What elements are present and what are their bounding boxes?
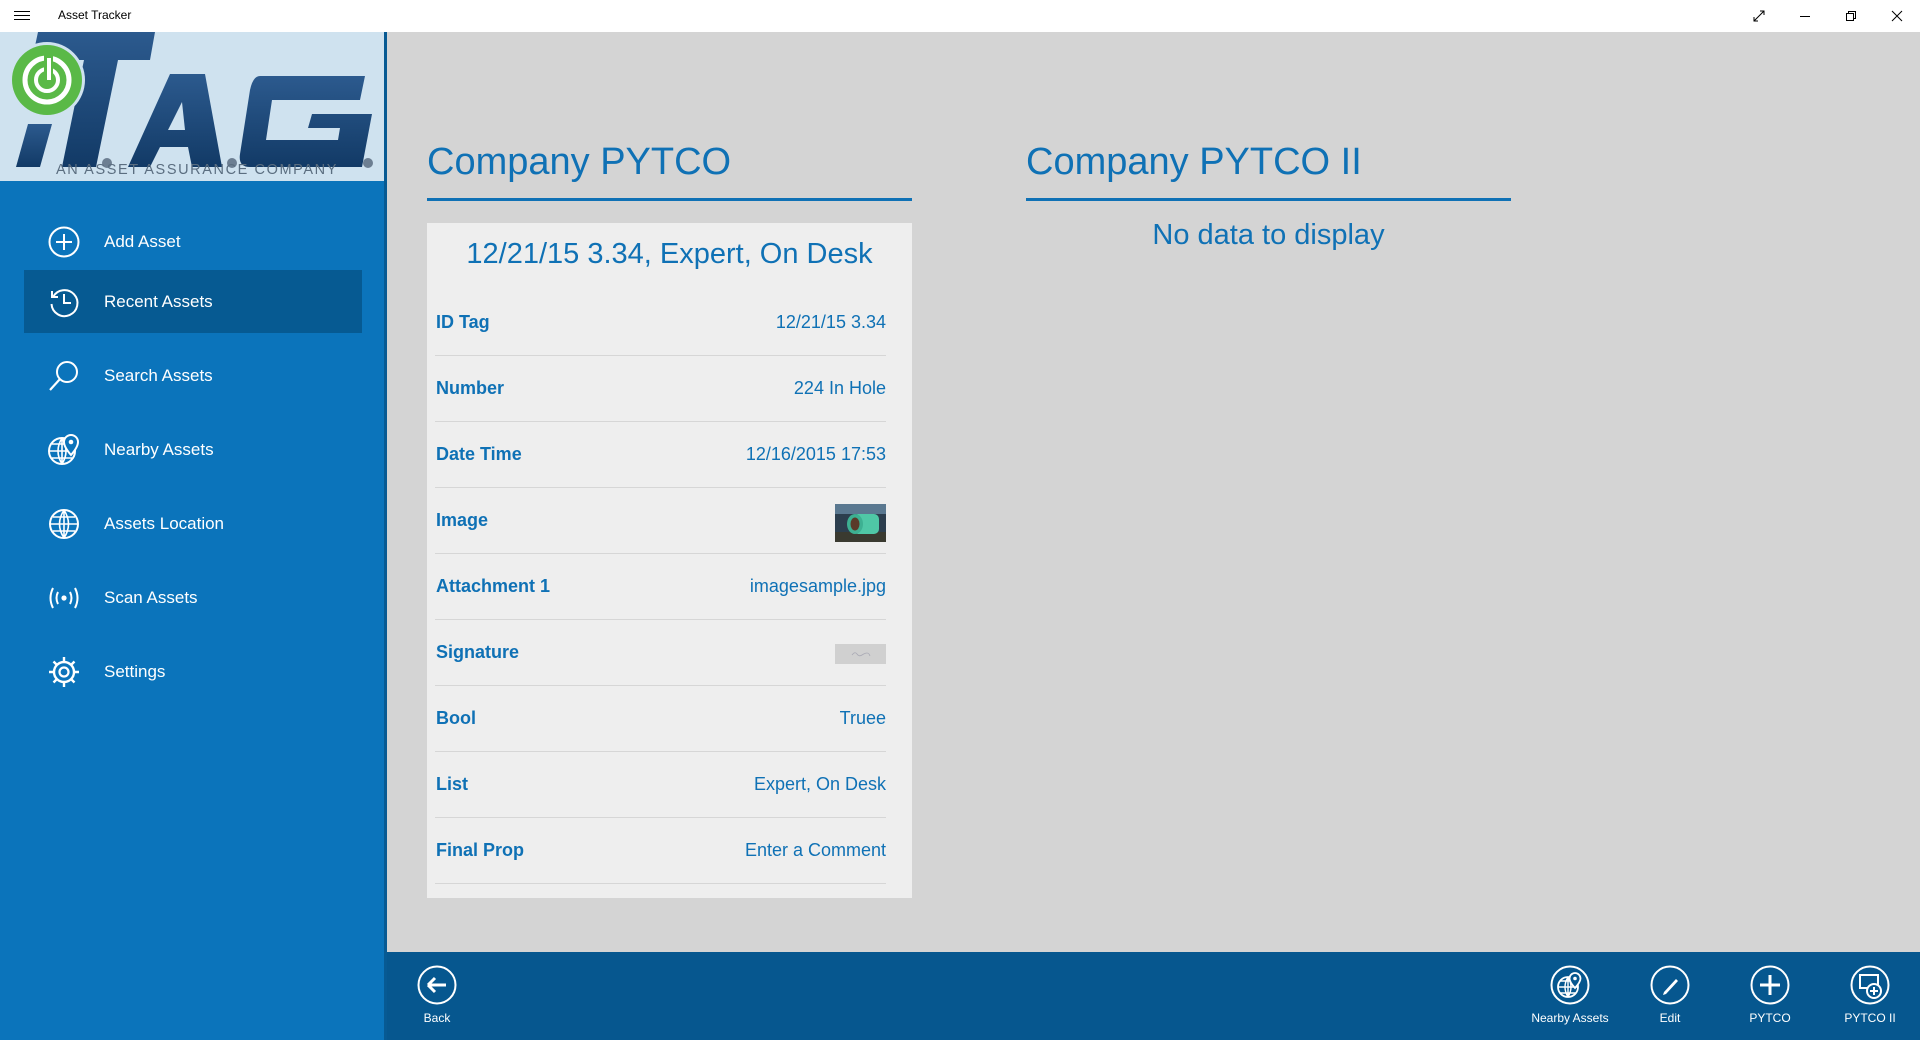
property-value: 12/16/2015 17:53 xyxy=(745,444,886,464)
property-row-date-time: Date Time 12/16/2015 17:53 xyxy=(435,422,886,488)
sidebar-item-search-assets[interactable]: Search Assets xyxy=(24,344,362,407)
main-content: Company PYTCO 12/21/15 3.34, Expert, On … xyxy=(387,32,1920,952)
column-underline xyxy=(427,198,912,201)
property-label: Bool xyxy=(436,708,476,728)
sidebar-item-assets-location[interactable]: Assets Location xyxy=(24,492,362,555)
broadcast-icon xyxy=(47,581,81,615)
logo-tagline: AN ASSET ASSURANCE COMPANY xyxy=(56,162,338,178)
bottom-app-bar: Back Nearby Assets Edit PYTCO PYTCO II xyxy=(387,952,1920,1040)
sidebar-item-label: Nearby Assets xyxy=(104,439,214,459)
sidebar-item-label: Assets Location xyxy=(104,513,225,533)
back-button-label: Back xyxy=(423,1011,451,1025)
sidebar-item-nearby-assets[interactable]: Nearby Assets xyxy=(24,418,362,481)
add-pytco-button-label: PYTCO xyxy=(1749,1011,1791,1025)
add-pytco-ii-button-label: PYTCO II xyxy=(1844,1011,1896,1025)
sidebar: AN ASSET ASSURANCE COMPANY Add Asset Rec… xyxy=(0,32,384,1040)
column-underline xyxy=(1026,198,1511,201)
asset-image-thumbnail[interactable] xyxy=(835,504,886,542)
restore-icon[interactable] xyxy=(1828,0,1874,32)
expand-icon[interactable] xyxy=(1736,0,1782,32)
property-label: ID Tag xyxy=(436,312,490,332)
edit-button[interactable]: Edit xyxy=(1620,965,1720,1025)
property-value: 12/21/15 3.34 xyxy=(775,312,886,332)
minimize-icon[interactable] xyxy=(1782,0,1828,32)
column-title: Company PYTCO xyxy=(427,141,732,183)
property-label: Signature xyxy=(436,642,520,662)
title-bar: Asset Tracker xyxy=(0,0,1920,32)
empty-state-message: No data to display xyxy=(1152,219,1385,251)
property-row-bool: Bool Truee xyxy=(435,686,886,752)
add-circle-icon xyxy=(47,225,81,259)
property-value: 224 In Hole xyxy=(793,378,886,398)
edit-button-label: Edit xyxy=(1659,1011,1681,1025)
sidebar-item-recent-assets[interactable]: Recent Assets xyxy=(24,270,362,333)
hamburger-menu-icon[interactable] xyxy=(14,8,30,24)
property-label: Attachment 1 xyxy=(436,576,551,596)
gear-icon xyxy=(47,655,81,689)
property-label: Final Prop xyxy=(436,840,525,860)
property-row-number: Number 224 In Hole xyxy=(435,356,886,422)
close-icon[interactable] xyxy=(1874,0,1920,32)
attachment-link[interactable]: imagesample.jpg xyxy=(750,576,886,597)
property-row-attachment: Attachment 1 imagesample.jpg xyxy=(435,554,886,620)
globe-pin-icon xyxy=(47,433,81,467)
column-title: Company PYTCO II xyxy=(1026,141,1362,183)
sidebar-item-label: Recent Assets xyxy=(104,291,213,311)
add-window-icon xyxy=(1850,965,1890,1005)
property-label: Date Time xyxy=(436,444,522,464)
globe-pin-icon xyxy=(1550,965,1590,1005)
pencil-icon xyxy=(1650,965,1690,1005)
app-title: Asset Tracker xyxy=(58,8,132,22)
sidebar-item-add-asset[interactable]: Add Asset xyxy=(24,210,362,273)
property-row-id-tag: ID Tag 12/21/15 3.34 xyxy=(435,290,886,356)
sidebar-item-label: Settings xyxy=(104,661,166,681)
property-row-list: List Expert, On Desk xyxy=(435,752,886,818)
add-pytco-ii-button[interactable]: PYTCO II xyxy=(1820,965,1920,1025)
nearby-assets-button[interactable]: Nearby Assets xyxy=(1520,965,1620,1025)
sidebar-item-label: Scan Assets xyxy=(104,587,198,607)
add-circle-icon xyxy=(1750,965,1790,1005)
property-label: Image xyxy=(436,510,489,530)
property-value: Truee xyxy=(839,708,886,728)
sidebar-item-scan-assets[interactable]: Scan Assets xyxy=(24,566,362,629)
company-logo: AN ASSET ASSURANCE COMPANY xyxy=(0,32,384,181)
company-column-pytco-ii: Company PYTCO II No data to display xyxy=(1026,137,1511,252)
property-value: Expert, On Desk xyxy=(753,774,886,794)
property-row-final-prop: Final Prop Enter a Comment xyxy=(435,818,886,884)
sidebar-item-label: Add Asset xyxy=(104,231,181,251)
nearby-assets-button-label: Nearby Assets xyxy=(1531,1011,1609,1025)
globe-icon xyxy=(47,507,81,541)
sidebar-item-label: Search Assets xyxy=(104,365,213,385)
property-row-image: Image xyxy=(435,488,886,554)
property-value: Enter a Comment xyxy=(744,840,886,860)
add-pytco-button[interactable]: PYTCO xyxy=(1720,965,1820,1025)
property-label: Number xyxy=(436,378,505,398)
back-arrow-icon xyxy=(417,965,457,1005)
signature-thumbnail[interactable] xyxy=(835,644,886,664)
back-button[interactable]: Back xyxy=(387,965,487,1025)
property-row-signature: Signature xyxy=(435,620,886,686)
asset-card-title: 12/21/15 3.34, Expert, On Desk xyxy=(466,238,873,270)
property-label: List xyxy=(436,774,469,794)
history-icon xyxy=(47,285,81,319)
search-icon xyxy=(47,359,81,393)
sidebar-item-settings[interactable]: Settings xyxy=(24,640,362,703)
asset-card[interactable]: 12/21/15 3.34, Expert, On Desk ID Tag 12… xyxy=(427,223,912,898)
company-column-pytco: Company PYTCO 12/21/15 3.34, Expert, On … xyxy=(427,137,912,898)
